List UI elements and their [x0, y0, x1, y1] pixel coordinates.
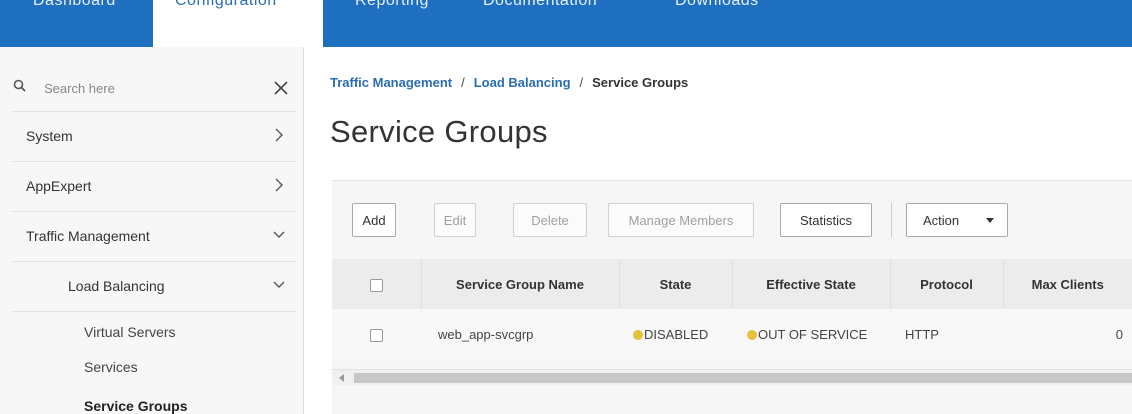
- search-input[interactable]: [44, 77, 244, 99]
- tab-documentation[interactable]: Documentation: [435, 0, 637, 47]
- manage-members-button[interactable]: Manage Members: [608, 203, 754, 237]
- sidebar-item-load-balancing[interactable]: Load Balancing: [0, 261, 304, 311]
- top-nav-bar: Dashboard Configuration Reporting Docume…: [0, 0, 1132, 47]
- sidebar-item-services[interactable]: Services: [84, 359, 138, 375]
- action-label: Action: [923, 212, 960, 228]
- tab-label: Configuration: [175, 0, 277, 9]
- search-icon: [13, 79, 26, 92]
- sidebar-item-system[interactable]: System: [0, 111, 304, 161]
- sidebar-item-label: Load Balancing: [68, 278, 165, 294]
- tab-label: Documentation: [483, 0, 598, 9]
- select-all-cell: [332, 259, 422, 309]
- service-groups-table: Service Group Name State Effective State…: [332, 259, 1132, 359]
- delete-button[interactable]: Delete: [513, 203, 587, 237]
- tab-label: Downloads: [675, 0, 759, 9]
- column-header-name[interactable]: Service Group Name: [421, 259, 620, 309]
- statistics-button[interactable]: Statistics: [780, 203, 872, 237]
- state-value: DISABLED: [644, 326, 709, 342]
- horizontal-scrollbar[interactable]: [332, 369, 1132, 385]
- cell-name: web_app-svcgrp: [421, 309, 619, 359]
- sidebar-item-service-groups[interactable]: Service Groups: [84, 398, 188, 414]
- table-header-row: Service Group Name State Effective State…: [332, 259, 1132, 309]
- sidebar: System AppExpert Traffic Management Load…: [0, 47, 304, 414]
- edit-button[interactable]: Edit: [434, 203, 476, 237]
- column-header-max-clients[interactable]: Max Clients: [1003, 259, 1132, 309]
- tab-downloads[interactable]: Downloads: [637, 0, 797, 47]
- sidebar-item-traffic-management[interactable]: Traffic Management: [0, 211, 304, 261]
- chevron-right-icon: [275, 178, 283, 192]
- row-checkbox[interactable]: [370, 328, 383, 342]
- breadcrumb: Traffic Management / Load Balancing / Servic…: [330, 75, 688, 90]
- cell-state: DISABLED: [619, 309, 732, 359]
- breadcrumb-separator: /: [461, 75, 465, 90]
- cell-max-clients: 0: [1003, 309, 1132, 359]
- service-groups-panel: Add Edit Delete Manage Members Statistic…: [332, 180, 1132, 414]
- sidebar-search: [0, 65, 304, 111]
- page-title: Service Groups: [330, 114, 548, 149]
- tab-dashboard[interactable]: Dashboard: [0, 0, 153, 47]
- column-header-state[interactable]: State: [619, 259, 733, 309]
- chevron-down-icon: [273, 281, 285, 288]
- tab-label: Reporting: [355, 0, 429, 9]
- status-dot-icon: [747, 329, 757, 340]
- column-header-effective-state[interactable]: Effective State: [732, 259, 891, 309]
- tab-reporting[interactable]: Reporting: [323, 0, 435, 47]
- breadcrumb-load-balancing[interactable]: Load Balancing: [474, 75, 571, 90]
- action-dropdown[interactable]: Action: [906, 203, 1008, 237]
- row-select-cell: [332, 309, 421, 359]
- sidebar-item-label: AppExpert: [26, 178, 92, 194]
- divider: [12, 311, 296, 312]
- add-button[interactable]: Add: [352, 203, 396, 237]
- column-header-protocol[interactable]: Protocol: [890, 259, 1004, 309]
- sidebar-item-appexpert[interactable]: AppExpert: [0, 161, 304, 211]
- sidebar-item-label: System: [26, 128, 73, 144]
- table-row[interactable]: web_app-svcgrp DISABLED OUT OF SERVICE H…: [332, 309, 1132, 359]
- cell-effective-state: OUT OF SERVICE: [732, 309, 890, 359]
- chevron-down-icon: [273, 231, 285, 238]
- status-dot-icon: [633, 329, 643, 340]
- main-content: Traffic Management / Load Balancing / Servic…: [304, 47, 1132, 414]
- tab-label: Dashboard: [33, 0, 116, 9]
- cell-protocol: HTTP: [890, 309, 1003, 359]
- sidebar-item-virtual-servers[interactable]: Virtual Servers: [84, 324, 176, 340]
- breadcrumb-current: Service Groups: [592, 75, 689, 90]
- sidebar-item-label: Traffic Management: [26, 228, 150, 244]
- chevron-right-icon: [275, 128, 283, 142]
- scrollbar-thumb[interactable]: [354, 373, 1132, 383]
- breadcrumb-traffic-management[interactable]: Traffic Management: [330, 75, 452, 90]
- caret-down-icon: [986, 218, 994, 223]
- scroll-left-arrow-icon[interactable]: [339, 374, 345, 382]
- breadcrumb-separator: /: [579, 75, 584, 90]
- tab-configuration[interactable]: Configuration: [153, 0, 323, 47]
- close-icon[interactable]: [272, 79, 290, 97]
- toolbar-separator: [891, 203, 892, 237]
- effective-state-value: OUT OF SERVICE: [758, 326, 868, 342]
- select-all-checkbox[interactable]: [369, 278, 383, 292]
